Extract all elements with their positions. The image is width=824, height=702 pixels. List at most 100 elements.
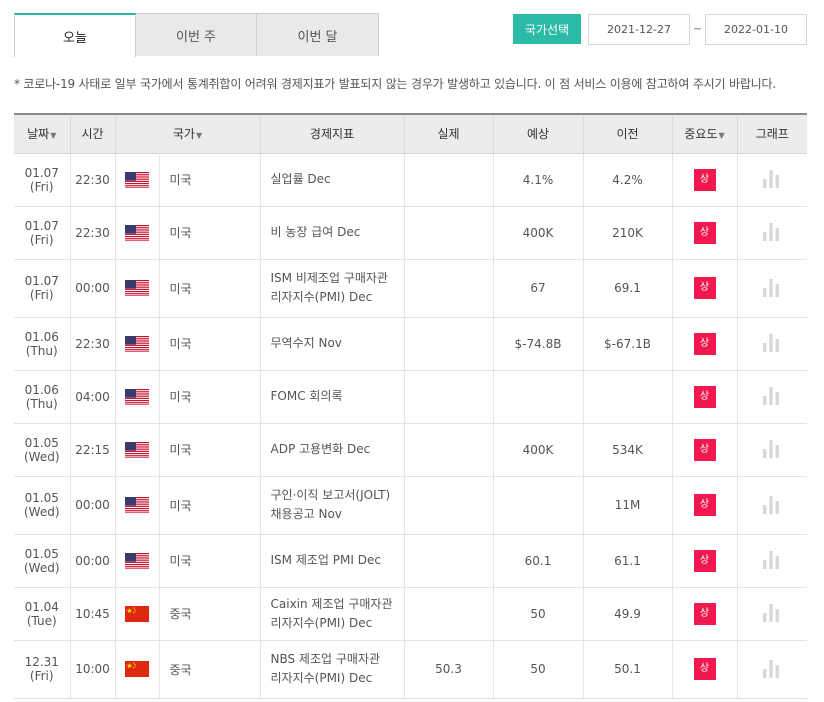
- row-graph[interactable]: [737, 640, 807, 699]
- economic-calendar-table: 날짜▼ 시간 국가▼ 경제지표 실제 예상 이전 중요도▼ 그래프 01.07(…: [14, 113, 807, 699]
- indicator-line: 리자지수(PMI) Dec: [270, 615, 373, 630]
- row-day: (Wed): [23, 560, 60, 575]
- table-row: 01.06 (Thu) 04:00 미국 FOMC 회의록 상: [14, 370, 807, 424]
- us-flag-icon: [125, 388, 149, 406]
- row-actual: [404, 423, 494, 477]
- bar-chart-icon[interactable]: [763, 602, 781, 625]
- row-time: 22:30: [70, 153, 116, 207]
- row-graph[interactable]: [737, 317, 807, 371]
- bar-chart-icon[interactable]: [763, 332, 781, 355]
- row-date: 01.04 (Tue): [14, 587, 71, 641]
- column-header-time: 시간: [70, 113, 116, 154]
- importance-badge: 상: [693, 332, 716, 355]
- us-flag-icon: [125, 280, 149, 297]
- column-header-actual: 실제: [404, 113, 494, 154]
- row-importance: 상: [672, 476, 738, 535]
- bar-chart-icon[interactable]: [763, 438, 781, 461]
- date-from-input[interactable]: [588, 14, 690, 45]
- row-flag: [115, 370, 160, 424]
- row-graph[interactable]: [737, 206, 807, 260]
- row-importance: 상: [672, 640, 738, 699]
- row-date: 01.06 (Thu): [14, 370, 71, 424]
- row-importance: 상: [672, 423, 738, 477]
- row-indicator[interactable]: Caixin 제조업 구매자관 리자지수(PMI) Dec: [260, 587, 405, 641]
- column-header-country[interactable]: 국가▼: [115, 113, 261, 154]
- row-indicator[interactable]: 비 농장 급여 Dec: [260, 206, 405, 260]
- indicator-line: 구인·이직 보고서(JOLT): [270, 488, 391, 502]
- row-graph[interactable]: [737, 587, 807, 641]
- row-indicator[interactable]: 구인·이직 보고서(JOLT) 채용공고 Nov: [260, 476, 405, 535]
- row-day: (Fri): [29, 288, 54, 302]
- row-graph[interactable]: [737, 476, 807, 535]
- row-indicator[interactable]: ISM 비제조업 구매자관리자지수(PMI) Dec: [260, 259, 405, 318]
- tab-this-week[interactable]: 이번 주: [135, 13, 257, 56]
- row-actual: [404, 534, 494, 588]
- row-previous: $-67.1B: [583, 317, 673, 371]
- bar-chart-icon[interactable]: [763, 221, 781, 244]
- column-header-importance[interactable]: 중요도▼: [672, 113, 738, 154]
- row-country: 중국: [159, 587, 261, 641]
- table-row: 01.05 (Wed) 00:00 미국 ISM 제조업 PMI Dec 60.1 61.1…: [14, 534, 807, 588]
- row-flag: [115, 587, 160, 641]
- row-country: 미국: [159, 259, 261, 318]
- row-previous: 4.2%: [583, 153, 673, 207]
- column-header-date[interactable]: 날짜▼: [14, 113, 71, 154]
- importance-badge: 상: [693, 277, 716, 299]
- us-flag-icon: [125, 441, 149, 459]
- row-graph[interactable]: [737, 259, 807, 318]
- row-graph[interactable]: [737, 153, 807, 207]
- row-forecast: 50: [493, 587, 584, 641]
- row-time: 00:00: [70, 534, 116, 588]
- sort-arrow-icon: ▼: [195, 131, 203, 141]
- row-indicator[interactable]: FOMC 회의록: [260, 370, 405, 424]
- row-country: 미국: [159, 370, 261, 424]
- bar-chart-icon[interactable]: [763, 549, 781, 572]
- row-indicator[interactable]: 무역수지 Nov: [260, 317, 405, 371]
- table-row: 01.06 (Thu) 22:30 미국 무역수지 Nov $-74.8B $-67.1B 상: [14, 317, 807, 371]
- row-date: 01.05 (Wed): [14, 476, 71, 535]
- row-indicator[interactable]: ISM 제조업 PMI Dec: [260, 534, 405, 588]
- row-time: 22:30: [70, 206, 116, 260]
- row-day: (Tue): [26, 613, 57, 628]
- row-date: 01.07 (Fri): [14, 259, 71, 318]
- row-date-value: 01.04: [24, 599, 59, 614]
- importance-badge: 상: [693, 658, 716, 680]
- row-forecast: 67: [493, 259, 584, 318]
- row-date-value: 01.05: [24, 546, 59, 561]
- row-date-value: 01.07: [24, 218, 59, 233]
- row-actual: [404, 259, 494, 318]
- tab-today[interactable]: 오늘: [14, 13, 136, 57]
- bar-chart-icon[interactable]: [763, 168, 781, 191]
- tab-this-month[interactable]: 이번 달: [256, 13, 379, 56]
- row-forecast: 400K: [493, 206, 584, 260]
- country-select-button[interactable]: 국가선택: [513, 14, 581, 44]
- bar-chart-icon[interactable]: [763, 277, 781, 300]
- table-row: 01.05 (Wed) 00:00 미국 구인·이직 보고서(JOLT) 채용공고 Nov…: [14, 476, 807, 535]
- bar-chart-icon[interactable]: [763, 658, 781, 681]
- row-previous: 61.1: [583, 534, 673, 588]
- indicator-line: 리자지수(PMI) Dec: [270, 290, 373, 304]
- row-flag: [115, 640, 160, 699]
- column-header-previous: 이전: [583, 113, 673, 154]
- row-graph[interactable]: [737, 534, 807, 588]
- row-flag: [115, 206, 160, 260]
- row-importance: 상: [672, 317, 738, 371]
- row-importance: 상: [672, 370, 738, 424]
- row-day: (Fri): [29, 669, 54, 683]
- row-graph[interactable]: [737, 370, 807, 424]
- row-flag: [115, 423, 160, 477]
- importance-badge: 상: [693, 168, 716, 191]
- row-indicator[interactable]: ADP 고용변화 Dec: [260, 423, 405, 477]
- row-indicator[interactable]: NBS 제조업 구매자관 리자지수(PMI) Dec: [260, 640, 405, 699]
- row-day: (Fri): [29, 179, 54, 194]
- bar-chart-icon[interactable]: [763, 494, 781, 517]
- row-flag: [115, 534, 160, 588]
- row-indicator[interactable]: 실업률 Dec: [260, 153, 405, 207]
- cn-flag-icon: [125, 605, 149, 622]
- bar-chart-icon[interactable]: [763, 385, 781, 408]
- row-graph[interactable]: [737, 423, 807, 477]
- indicator-line: ISM 비제조업 구매자관: [270, 271, 388, 285]
- table-row: 01.05 (Wed) 22:15 미국 ADP 고용변화 Dec 400K 534K 상: [14, 423, 807, 477]
- date-to-input[interactable]: [705, 14, 807, 45]
- row-importance: 상: [672, 534, 738, 588]
